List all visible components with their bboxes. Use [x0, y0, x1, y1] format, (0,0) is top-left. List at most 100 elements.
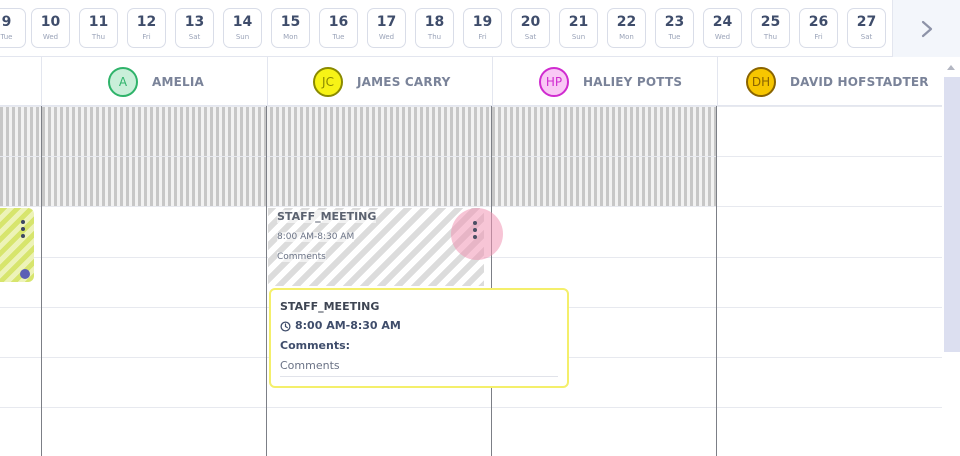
date-chip-13[interactable]: 13 Sat: [175, 8, 214, 48]
avatar-initials: JC: [322, 74, 334, 89]
date-weekday: Mon: [619, 33, 634, 41]
grid-row-line: [0, 156, 942, 157]
date-chip-9[interactable]: 9 Tue: [0, 8, 26, 48]
date-weekday: Tue: [668, 33, 681, 41]
date-number: 14: [232, 14, 253, 30]
date-chip-17[interactable]: 17 Wed: [367, 8, 406, 48]
date-chip-24[interactable]: 24 Wed: [703, 8, 742, 48]
date-chip-11[interactable]: 11 Thu: [79, 8, 118, 48]
date-weekday: Sun: [571, 33, 586, 41]
date-chip-20[interactable]: 20 Sat: [511, 8, 550, 48]
more-options-icon: [473, 221, 479, 241]
tooltip-comments-value: Comments: [280, 356, 558, 377]
date-weekday: Fri: [478, 33, 487, 41]
date-weekday: Sat: [860, 33, 873, 41]
date-chip-25[interactable]: 25 Thu: [751, 8, 790, 48]
date-weekday: Fri: [814, 33, 823, 41]
date-strip: 9 Tue 10 Wed 11 Thu 12 Fri 13 Sat 14 Sun 15 Mon…: [0, 0, 960, 57]
date-chip-23[interactable]: 23 Tue: [655, 8, 694, 48]
grid-column-line: [716, 106, 717, 456]
date-weekday: Wed: [714, 33, 731, 41]
date-number: 19: [472, 14, 493, 30]
date-weekday: Thu: [91, 33, 106, 41]
grid-row-line: [0, 407, 942, 408]
date-weekday: Sat: [188, 33, 201, 41]
avatar: DH: [746, 66, 776, 97]
date-weekday: Sat: [524, 33, 537, 41]
date-number: 17: [376, 14, 397, 30]
date-number: 10: [40, 14, 61, 30]
more-options-icon[interactable]: [20, 220, 26, 240]
tooltip-title: STAFF_MEETING: [280, 300, 380, 313]
avatar: A: [108, 66, 138, 97]
event-tooltip: STAFF_MEETING 8:00 AM-8:30 AM Comments: …: [269, 288, 569, 388]
date-number: 20: [520, 14, 541, 30]
date-weekday: Wed: [42, 33, 59, 41]
date-weekday: Tue: [0, 33, 13, 41]
grid-column-line: [266, 106, 267, 456]
date-number: 18: [424, 14, 445, 30]
staff-meeting-event[interactable]: STAFF_MEETING 8:00 AM-8:30 AM Comments: [268, 208, 503, 286]
date-number: 12: [136, 14, 157, 30]
date-number: 23: [664, 14, 685, 30]
date-chip-21[interactable]: 21 Sun: [559, 8, 598, 48]
date-chip-10[interactable]: 10 Wed: [31, 8, 70, 48]
date-chip-19[interactable]: 19 Fri: [463, 8, 502, 48]
status-dot: [20, 269, 30, 279]
date-weekday: Fri: [142, 33, 151, 41]
scrollbar-thumb[interactable]: [944, 77, 960, 352]
date-weekday: Tue: [332, 33, 345, 41]
grid-row-line: [0, 206, 942, 207]
next-dates-button[interactable]: [892, 0, 960, 57]
date-number: 9: [1, 14, 12, 30]
date-weekday: Sun: [235, 33, 250, 41]
date-weekday: Thu: [427, 33, 442, 41]
avatar-initials: A: [118, 74, 128, 89]
clock-icon: [280, 320, 291, 332]
date-weekday: Thu: [763, 33, 778, 41]
date-chip-16[interactable]: 16 Tue: [319, 8, 358, 48]
date-number: 24: [712, 14, 733, 30]
tooltip-time: 8:00 AM-8:30 AM: [280, 316, 558, 336]
date-chip-22[interactable]: 22 Mon: [607, 8, 646, 48]
appointment-card[interactable]: [0, 208, 34, 282]
date-chip-26[interactable]: 26 Fri: [799, 8, 838, 48]
date-chip-12[interactable]: 12 Fri: [127, 8, 166, 48]
date-number: 25: [760, 14, 781, 30]
staff-column-amelia[interactable]: A AMELIA: [41, 57, 267, 106]
avatar: HP: [539, 66, 569, 97]
date-number: 22: [616, 14, 637, 30]
staff-column-david-hofstadter[interactable]: DH DAVID HOFSTADTER: [717, 57, 942, 106]
date-chip-18[interactable]: 18 Thu: [415, 8, 454, 48]
date-number: 11: [88, 14, 109, 30]
tooltip-comments-label: Comments:: [280, 339, 351, 352]
chevron-right-icon: [921, 20, 932, 37]
date-number: 16: [328, 14, 349, 30]
date-chip-14[interactable]: 14 Sun: [223, 8, 262, 48]
scheduler-view: 9 Tue 10 Wed 11 Thu 12 Fri 13 Sat 14 Sun 15 Mon…: [0, 0, 960, 456]
grid-row-line: [0, 106, 942, 107]
avatar: JC: [313, 66, 343, 97]
date-number: 26: [808, 14, 829, 30]
event-comments: Comments: [277, 252, 326, 262]
event-time: 8:00 AM-8:30 AM: [277, 232, 355, 242]
staff-column-haliey-potts[interactable]: HP HALIEY POTTS: [492, 57, 717, 106]
scroll-up-icon[interactable]: [947, 65, 955, 70]
date-chip-15[interactable]: 15 Mon: [271, 8, 310, 48]
date-number: 21: [568, 14, 589, 30]
date-number: 15: [280, 14, 301, 30]
staff-name: HALIEY POTTS: [583, 74, 683, 89]
date-number: 13: [184, 14, 205, 30]
staff-column-james-carry[interactable]: JC JAMES CARRY: [267, 57, 492, 106]
date-weekday: Mon: [283, 33, 298, 41]
vertical-scrollbar[interactable]: [942, 57, 960, 456]
staff-header: A AMELIA JC JAMES CARRY HP HALIEY POTTS …: [0, 57, 942, 106]
staff-name: DAVID HOFSTADTER: [790, 74, 929, 89]
staff-name: JAMES CARRY: [357, 74, 451, 89]
date-number: 27: [856, 14, 877, 30]
date-chip-27[interactable]: 27 Sat: [847, 8, 886, 48]
grid-column-line: [41, 106, 42, 456]
date-weekday: Wed: [378, 33, 395, 41]
event-title: STAFF_MEETING: [277, 210, 377, 223]
avatar-initials: HP: [545, 74, 563, 89]
